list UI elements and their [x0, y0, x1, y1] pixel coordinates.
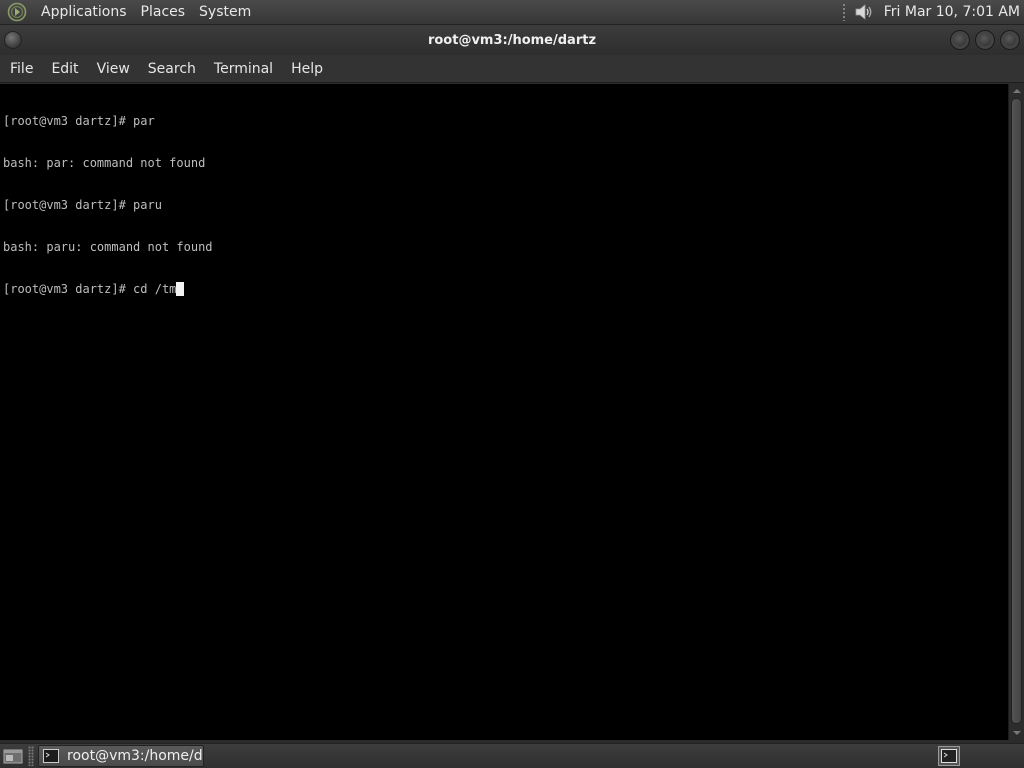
- close-button[interactable]: [1000, 30, 1020, 50]
- terminal-line: [root@vm3 dartz]# paru: [3, 198, 162, 212]
- maximize-button[interactable]: [975, 30, 995, 50]
- scroll-up-arrow-icon[interactable]: [1012, 86, 1022, 96]
- terminal-scrollbar[interactable]: [1008, 84, 1024, 740]
- menu-system[interactable]: System: [192, 4, 258, 20]
- terminal-area: [root@vm3 dartz]# par bash: par: command…: [0, 84, 1024, 740]
- minimize-button[interactable]: [950, 30, 970, 50]
- taskbar-button-label: root@vm3:/home/d...: [67, 748, 204, 764]
- menu-places[interactable]: Places: [134, 4, 193, 20]
- window-menu-button[interactable]: [4, 31, 22, 49]
- workspace-switcher-icon[interactable]: [938, 746, 960, 766]
- menu-applications[interactable]: Applications: [34, 4, 134, 20]
- terminal-line: [root@vm3 dartz]# par: [3, 114, 155, 128]
- panel-separator: [841, 3, 846, 21]
- menu-view[interactable]: View: [90, 61, 137, 77]
- window-controls: [950, 30, 1020, 50]
- taskbar-button-terminal[interactable]: root@vm3:/home/d...: [38, 745, 204, 767]
- window-title: root@vm3:/home/dartz: [427, 32, 597, 48]
- window-menubar: File Edit View Search Terminal Help: [0, 55, 1024, 83]
- menu-file[interactable]: File: [3, 61, 40, 77]
- window-titlebar[interactable]: root@vm3:/home/dartz: [0, 25, 1024, 55]
- show-desktop-icon[interactable]: [2, 746, 24, 766]
- top-panel: Applications Places System Fri Mar 10, 7…: [0, 0, 1024, 25]
- text-cursor: [176, 282, 185, 296]
- bottom-panel: root@vm3:/home/d...: [0, 743, 1024, 768]
- volume-icon[interactable]: [852, 1, 876, 23]
- scrollbar-thumb[interactable]: [1011, 98, 1022, 724]
- terminal-output[interactable]: [root@vm3 dartz]# par bash: par: command…: [0, 84, 1008, 740]
- panel-separator: [28, 746, 34, 766]
- menu-search[interactable]: Search: [141, 61, 203, 77]
- menu-terminal[interactable]: Terminal: [207, 61, 280, 77]
- terminal-line: bash: paru: command not found: [3, 240, 213, 254]
- terminal-current-line: [root@vm3 dartz]# cd /tm: [3, 282, 1008, 296]
- clock[interactable]: Fri Mar 10, 7:01 AM: [884, 4, 1020, 20]
- scroll-down-arrow-icon[interactable]: [1012, 728, 1022, 738]
- terminal-line: bash: par: command not found: [3, 156, 206, 170]
- distro-logo-icon[interactable]: [6, 1, 28, 23]
- menu-help[interactable]: Help: [284, 61, 330, 77]
- menu-edit[interactable]: Edit: [44, 61, 85, 77]
- terminal-input[interactable]: [root@vm3 dartz]# cd /tm: [3, 282, 176, 296]
- terminal-window: root@vm3:/home/dartz File Edit View Sear…: [0, 25, 1024, 743]
- terminal-icon: [43, 749, 59, 763]
